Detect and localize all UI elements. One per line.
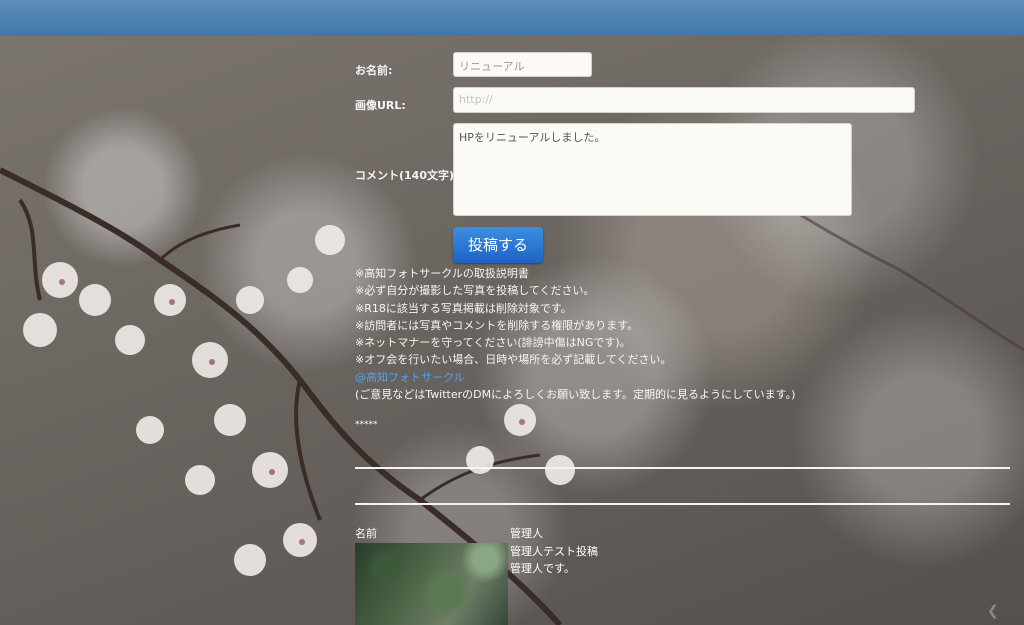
note-line: ※必ず自分が撮影した写真を投稿してください。 [355,284,595,298]
image-url-input[interactable]: http:// [453,87,915,113]
separator-stars: ***** [355,420,378,430]
post-author: 管理人 [510,527,543,540]
post-name-label: 名前 [355,527,377,540]
post-body: 管理人です。 [510,562,575,575]
note-line: ※高知フォトサークルの取扱説明書 [355,267,529,280]
name-input[interactable]: リニューアル [453,52,592,77]
twitter-link[interactable]: @高知フォトサークル [355,371,465,384]
note-line: ※ネットマナーを守ってください(誹謗中傷はNGです)。 [355,336,631,350]
top-banner [0,0,1024,36]
note-line: ※R18に該当する写真掲載は削除対象です。 [355,301,572,315]
note-line: ※オフ会を行いたい場合、日時や場所を必ず記載してください。 [355,353,672,367]
post-info: 管理人 管理人テスト投稿 管理人です。 [510,525,598,578]
divider-line [355,503,1010,505]
submit-button[interactable]: 投稿する [453,227,543,263]
contact-note: (ご意見などはTwitterのDMによろしくお願い致します。定期的に見るようにし… [355,388,796,402]
scroll-top-icon[interactable]: ❮ [987,603,1003,619]
rules-notes: ※高知フォトサークルの取扱説明書 ※必ず自分が撮影した写真を投稿してください。 … [355,265,795,403]
divider-line [355,467,1010,469]
post-thumbnail[interactable] [355,543,508,625]
name-label: お名前: [355,64,393,77]
comment-label: コメント(140文字): [355,169,459,182]
comment-textarea[interactable]: HPをリニューアルしました。 [453,123,852,216]
note-line: ※訪問者には写真やコメントを削除する権限があります。 [355,318,639,332]
post-title: 管理人テスト投稿 [510,544,598,558]
image-url-label: 画像URL: [355,99,406,112]
